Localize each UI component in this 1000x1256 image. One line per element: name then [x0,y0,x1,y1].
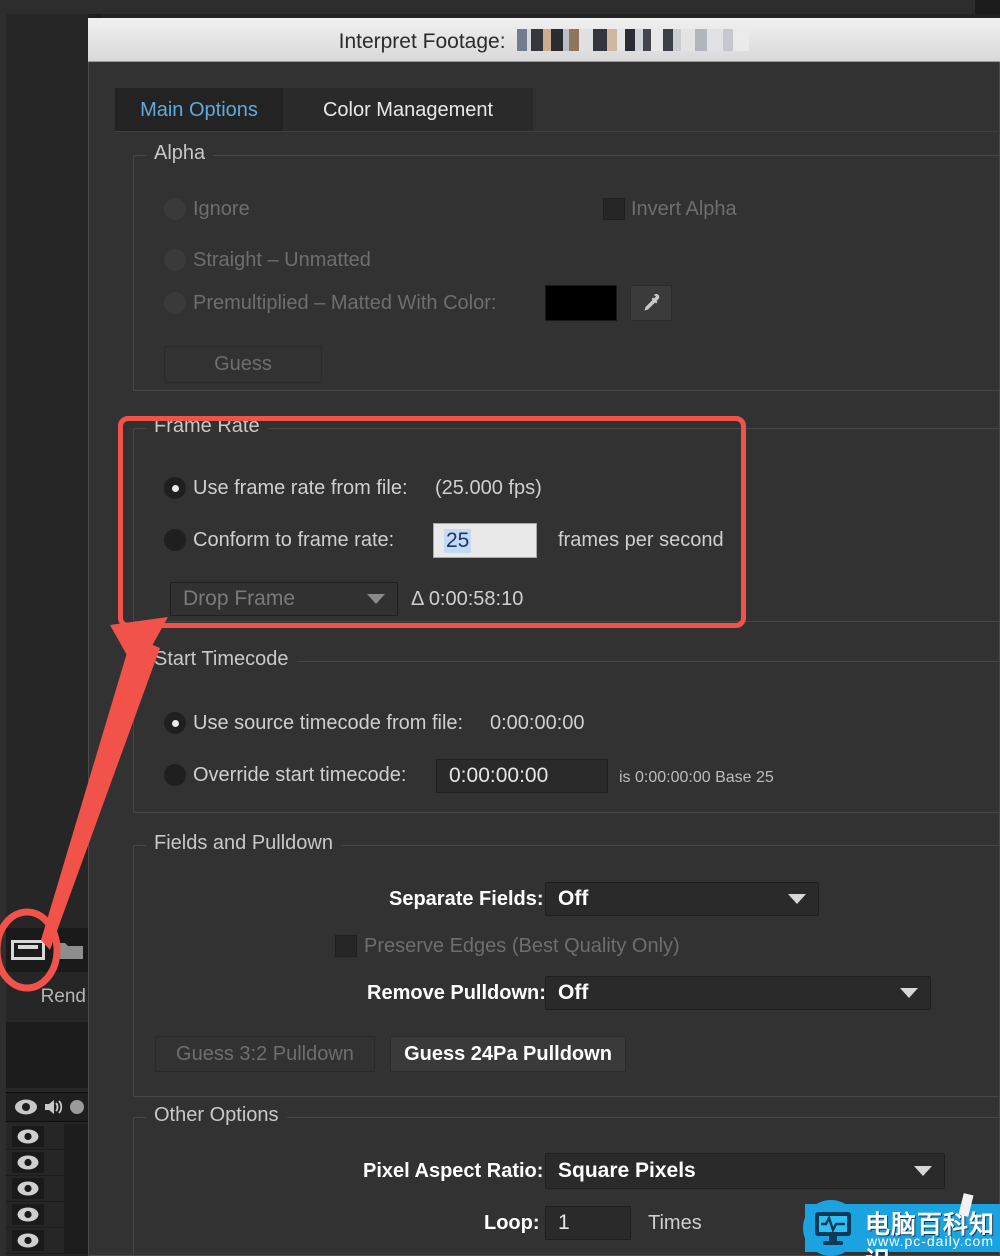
radio-alpha-premultiplied[interactable] [164,292,186,314]
radio-alpha-straight[interactable] [164,249,186,271]
eye-icon[interactable] [12,1178,44,1199]
guess-32-label: Guess 3:2 Pulldown [176,1042,354,1065]
layer-switch-cell[interactable] [64,1150,88,1175]
tab-main-options[interactable]: Main Options [115,88,283,132]
tab-label: Main Options [140,98,258,121]
layer-switch-cell[interactable] [64,1124,88,1149]
loop-times-label: Times [648,1212,702,1234]
screen: Rend 0:00: 00057 ( [0,0,1000,1256]
remove-pulldown-value: Off [558,981,589,1004]
checkbox-invert-alpha[interactable] [603,198,625,220]
guess-24pa-label: Guess 24Pa Pulldown [404,1042,612,1065]
matte-color-swatch[interactable] [545,285,617,321]
invert-alpha-label: Invert Alpha [631,198,737,220]
chevron-down-icon [900,988,918,998]
checkbox-preserve-edges[interactable] [335,935,357,957]
layer-switch-header [6,1092,88,1122]
dialog-title-text: Interpret Footage: [338,30,506,53]
tab-underline [115,131,1000,132]
guess-32-pulldown-button[interactable]: Guess 3:2 Pulldown [155,1036,375,1072]
pixel-aspect-ratio-value: Square Pixels [558,1159,696,1182]
layer-switch-cell[interactable] [64,1202,88,1227]
separate-fields-label: Separate Fields: [389,888,544,910]
alpha-premultiplied-label: Premultiplied – Matted With Color: [193,292,497,314]
alpha-straight-label: Straight – Unmatted [193,249,371,271]
remove-pulldown-select[interactable]: Off [545,976,931,1010]
eye-icon[interactable] [12,1152,44,1173]
radio-conform-to-frame-rate[interactable] [164,529,186,551]
eye-icon[interactable] [12,1126,44,1147]
timecode-panel: 0:00: 00057 ( [6,1022,88,1088]
list-item[interactable] [6,1202,88,1228]
other-options-legend: Other Options [146,1104,287,1127]
radio-alpha-ignore[interactable] [164,198,186,220]
app-top-bar [0,0,1000,14]
radio-override-start-timecode[interactable] [164,764,186,786]
override-start-timecode-input[interactable]: 0:00:00:00 [436,759,608,793]
use-source-timecode-label: Use source timecode from file: [193,712,464,734]
layer-switch-cell[interactable] [64,1228,88,1253]
use-frame-rate-from-file-value: (25.000 fps) [435,477,542,499]
dialog-tabs: Main Options Color Management [115,88,533,132]
separate-fields-select[interactable]: Off [545,882,819,916]
eye-icon[interactable] [12,1230,44,1251]
chevron-down-icon [914,1166,932,1176]
use-source-timecode-value: 0:00:00:00 [490,712,585,734]
radio-use-source-timecode[interactable] [164,712,186,734]
footage-icon[interactable] [10,936,46,964]
pixel-aspect-ratio-select[interactable]: Square Pixels [545,1153,945,1189]
conform-to-frame-rate-label: Conform to frame rate: [193,529,395,551]
preserve-edges-label: Preserve Edges (Best Quality Only) [364,935,680,957]
frame-rate-legend: Frame Rate [146,415,268,438]
override-start-timecode-label: Override start timecode: [193,764,407,786]
alpha-ignore-label: Ignore [193,198,250,220]
list-item[interactable] [6,1124,88,1150]
title-overlay-clip [568,28,884,58]
list-item[interactable] [6,1150,88,1176]
conform-frame-rate-input[interactable]: 25 [433,523,537,558]
chevron-down-icon [367,594,385,604]
loop-input[interactable]: 1 [545,1206,631,1240]
override-timecode-note: is 0:00:00:00 Base 25 [619,769,774,786]
list-item[interactable] [6,1176,88,1202]
override-start-timecode-value: 0:00:00:00 [449,764,549,787]
monitor-pulse-icon [813,1210,853,1251]
use-frame-rate-from-file-label: Use frame rate from file: [193,477,408,499]
list-item[interactable] [6,1228,88,1254]
guess-alpha-button[interactable]: Guess [164,346,322,383]
loop-value: 1 [558,1211,570,1234]
fields-pulldown-legend: Fields and Pulldown [146,832,341,855]
eyedropper-icon[interactable] [630,285,672,321]
pixel-aspect-ratio-label: Pixel Aspect Ratio: [363,1160,544,1182]
render-queue-label: Rend [40,986,86,1007]
guess-label: Guess [214,353,272,375]
speaker-icon[interactable] [43,1098,65,1121]
frame-rate-duration-label: Δ 0:00:58:10 [411,588,524,610]
frames-per-second-label: frames per second [558,529,724,551]
eye-icon[interactable] [14,1098,38,1121]
alpha-legend: Alpha [146,142,214,165]
layer-rows [6,1124,88,1256]
eye-icon[interactable] [12,1204,44,1225]
watermark: 电脑百科知识 www.pc-daily.com [803,1193,1000,1256]
start-timecode-legend: Start Timecode [146,648,297,671]
solo-dot-icon[interactable] [70,1100,84,1114]
drop-frame-select[interactable]: Drop Frame [170,582,398,616]
separate-fields-value: Off [558,887,589,910]
tab-label: Color Management [322,98,494,121]
remove-pulldown-label: Remove Pulldown: [367,982,546,1004]
drop-frame-value: Drop Frame [183,587,296,610]
watermark-url: www.pc-daily.com [867,1233,994,1249]
app-top-bar-right [975,0,1000,14]
conform-frame-rate-value: 25 [444,528,472,553]
tab-color-management[interactable]: Color Management [283,88,533,132]
folder-icon[interactable] [54,938,84,962]
chevron-down-icon [788,894,806,904]
radio-use-frame-rate-from-file[interactable] [164,477,186,499]
layer-switch-cell[interactable] [64,1176,88,1201]
guess-24pa-pulldown-button[interactable]: Guess 24Pa Pulldown [390,1036,626,1072]
loop-label: Loop: [484,1212,540,1234]
